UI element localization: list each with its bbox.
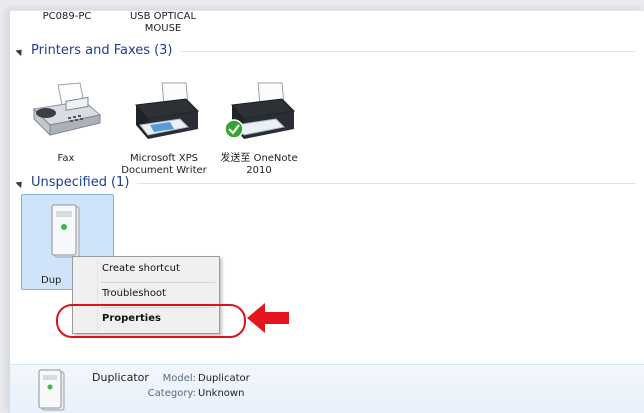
group-divider	[180, 50, 636, 52]
device-label-xps-line1: Microsoft XPS	[130, 153, 198, 164]
details-model-value: Duplicator	[198, 373, 250, 384]
group-count: (1)	[110, 174, 130, 190]
device-label-fax: Fax	[57, 153, 75, 164]
server-tower-icon	[51, 204, 80, 258]
mouse-label-line2: MOUSE	[144, 23, 182, 34]
menu-item-create-shortcut[interactable]: Create shortcut	[75, 259, 217, 279]
group-title: Unspecified	[31, 174, 107, 190]
server-tower-icon	[38, 369, 65, 411]
devices-and-printers-window: PC089-PC USB OPTICAL MOUSE Printers and …	[9, 10, 644, 413]
device-fax[interactable]: Fax	[24, 81, 108, 164]
collapse-triangle-icon[interactable]	[15, 46, 25, 56]
details-category-label: Category:	[147, 388, 196, 399]
menu-separator	[101, 282, 215, 283]
device-label-pc[interactable]: PC089-PC	[32, 11, 102, 23]
collapse-triangle-icon[interactable]	[15, 178, 25, 188]
details-device-name: Duplicator	[92, 371, 149, 384]
group-header-unspecified[interactable]: Unspecified (1)	[15, 173, 636, 191]
default-printer-icon	[224, 82, 296, 139]
mouse-label-line1: USB OPTICAL	[129, 11, 197, 22]
group-header-printers-and-faxes[interactable]: Printers and Faxes (3)	[15, 41, 636, 59]
details-category-value: Unknown	[198, 388, 245, 399]
red-arrow-icon	[247, 303, 289, 333]
device-label-duplicator: Dup	[41, 275, 62, 286]
printer-icon	[135, 82, 200, 139]
device-label-mouse[interactable]: USB OPTICAL MOUSE	[118, 11, 208, 35]
group-title: Printers and Faxes	[31, 42, 151, 58]
group-count: (3)	[154, 42, 173, 58]
details-pane: Duplicator Model: Duplicator Category: U…	[10, 364, 644, 413]
fax-icon	[32, 82, 102, 137]
annotation-highlight-ellipse	[56, 304, 246, 338]
group-divider	[137, 182, 636, 184]
device-onenote-printer[interactable]: 发送至 OneNote 2010	[214, 81, 304, 176]
device-label-onenote-line1: 发送至 OneNote	[220, 153, 298, 164]
device-xps-document-writer[interactable]: Microsoft XPS Document Writer	[118, 81, 210, 176]
details-model-label: Model:	[162, 373, 196, 384]
menu-item-troubleshoot[interactable]: Troubleshoot	[75, 284, 217, 304]
